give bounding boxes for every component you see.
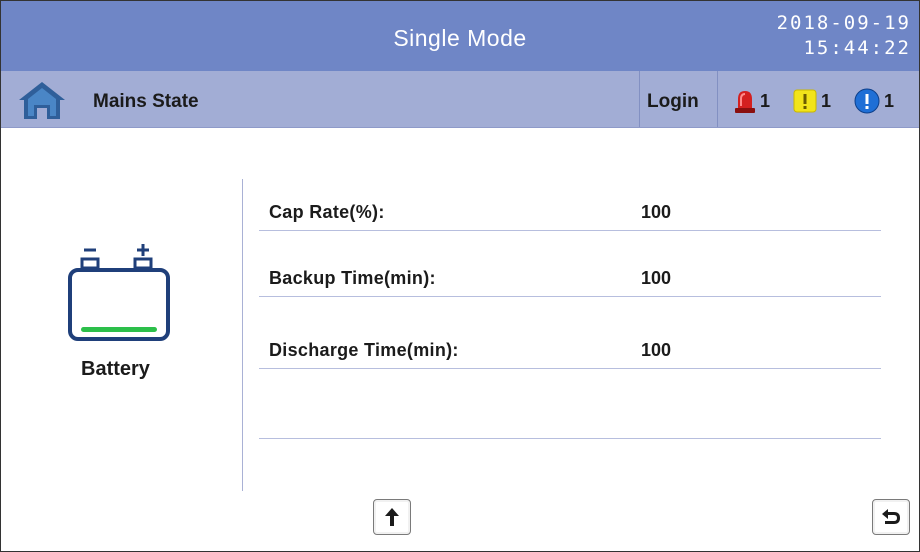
reading-label: Backup Time(min): <box>269 268 436 288</box>
alarm-critical-count: 1 <box>760 90 771 111</box>
login-button[interactable]: Login <box>647 91 699 113</box>
home-icon <box>19 82 65 119</box>
alarm-critical[interactable]: 1 <box>734 88 770 114</box>
reading-value: 100 <box>641 340 672 360</box>
status-bar: Mains State Login 1 1 1 <box>1 71 919 128</box>
time-text: 15:44:22 <box>803 37 911 59</box>
date-text: 2018-09-19 <box>776 12 911 34</box>
reading-row: Cap Rate(%): 100 <box>259 191 881 231</box>
info-icon <box>854 88 880 114</box>
back-button[interactable] <box>872 499 910 535</box>
reading-value: 100 <box>641 202 672 222</box>
return-arrow-icon <box>882 509 900 524</box>
page-up-button[interactable] <box>373 499 411 535</box>
screen: Single Mode 2018-09-19 15:44:22 Mains St… <box>0 0 920 552</box>
separator <box>639 71 640 127</box>
title-bar: Single Mode 2018-09-19 15:44:22 <box>1 1 919 71</box>
section-title: Mains State <box>93 91 199 112</box>
battery-label: Battery <box>81 358 150 380</box>
home-button[interactable] <box>15 80 69 120</box>
divider <box>242 179 243 491</box>
reading-label: Cap Rate(%): <box>269 202 385 222</box>
siren-icon <box>735 91 755 113</box>
reading-row: Discharge Time(min): 100 <box>259 329 881 369</box>
alarm-warning-count: 1 <box>821 90 832 111</box>
datetime-display: 2018-09-19 15:44:22 <box>761 11 911 61</box>
warning-icon <box>793 89 817 113</box>
reading-value: 100 <box>641 268 672 288</box>
alarm-info[interactable]: 1 <box>854 88 894 114</box>
arrow-up-icon <box>385 508 399 526</box>
separator <box>717 71 718 127</box>
empty-row <box>259 399 881 439</box>
battery-icon <box>68 244 170 341</box>
reading-row: Backup Time(min): 100 <box>259 257 881 297</box>
alarm-warning[interactable]: 1 <box>793 88 831 114</box>
reading-label: Discharge Time(min): <box>269 340 459 360</box>
alarm-info-count: 1 <box>884 90 895 111</box>
